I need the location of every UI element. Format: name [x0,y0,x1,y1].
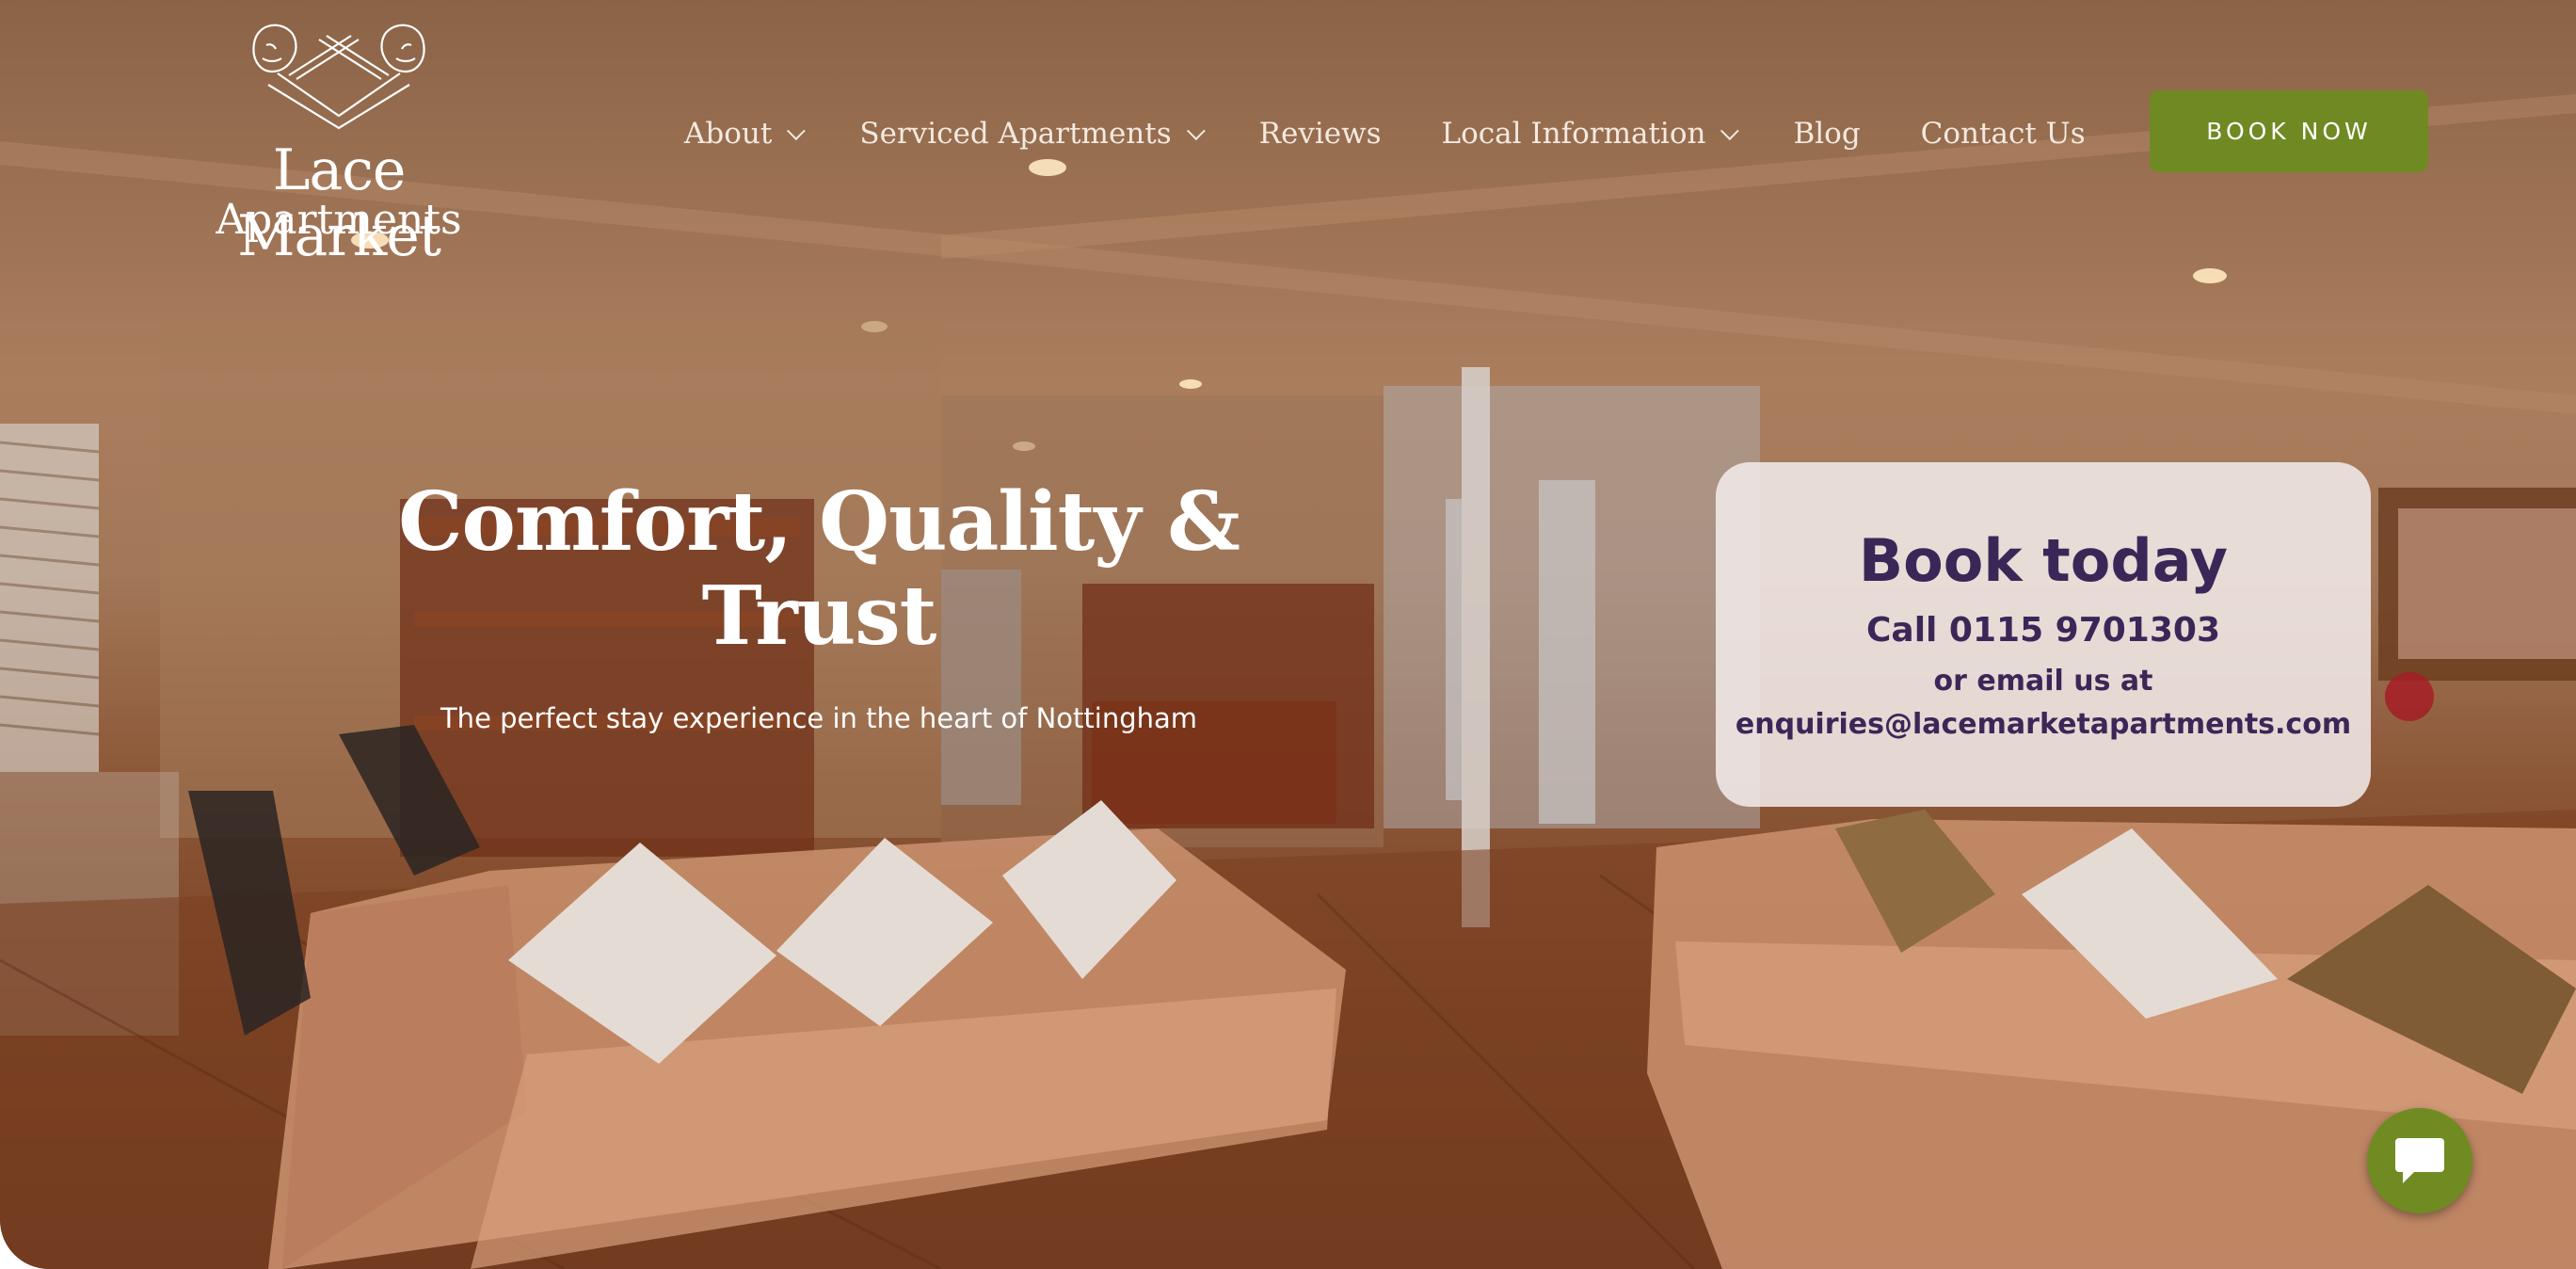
site-logo[interactable]: Lace Market Apartments [169,17,508,269]
booking-card: Book today Call 0115 9701303 or email us… [1716,462,2371,807]
nav-item-serviced-apartments[interactable]: Serviced Apartments [859,117,1206,151]
hero-section: Lace Market Apartments About Serviced Ap… [0,0,2576,1269]
nav-item-label: Serviced Apartments [859,117,1172,151]
chevron-down-icon [1186,121,1206,141]
chat-button[interactable] [2367,1108,2472,1213]
nav-item-about[interactable]: About [684,117,807,151]
chat-bubble-icon [2395,1138,2444,1183]
booking-email-link[interactable]: enquiries@lacemarketapartments.com [1716,708,2371,741]
hero-headline: Comfort, Quality & Trust [398,474,1240,664]
book-now-button[interactable]: BOOK NOW [2150,90,2428,172]
chevron-down-icon [1720,121,1740,141]
nav-item-label: About [684,117,773,151]
logo-name-line2: Apartments [216,196,462,244]
booking-email-prefix: or email us at [1933,665,2153,698]
nav-item-label: Blog [1793,117,1861,151]
nav-item-label: Local Information [1441,117,1706,151]
booking-card-title: Book today [1858,526,2229,595]
hero-subline: The perfect stay experience in the heart… [440,702,1198,734]
nav-item-label: Reviews [1258,117,1382,151]
nav-item-reviews[interactable]: Reviews [1259,117,1382,151]
nav-item-contact-us[interactable]: Contact Us [1921,117,2086,151]
nav-item-label: Contact Us [1920,117,2086,151]
nav-item-local-information[interactable]: Local Information [1441,117,1740,151]
main-navigation: About Serviced Apartments Reviews Local … [684,105,2086,162]
twin-lion-head-icon [252,24,425,130]
booking-phone-link[interactable]: Call 0115 9701303 [1716,611,2371,650]
chevron-down-icon [787,121,807,141]
nav-item-blog[interactable]: Blog [1793,117,1860,151]
